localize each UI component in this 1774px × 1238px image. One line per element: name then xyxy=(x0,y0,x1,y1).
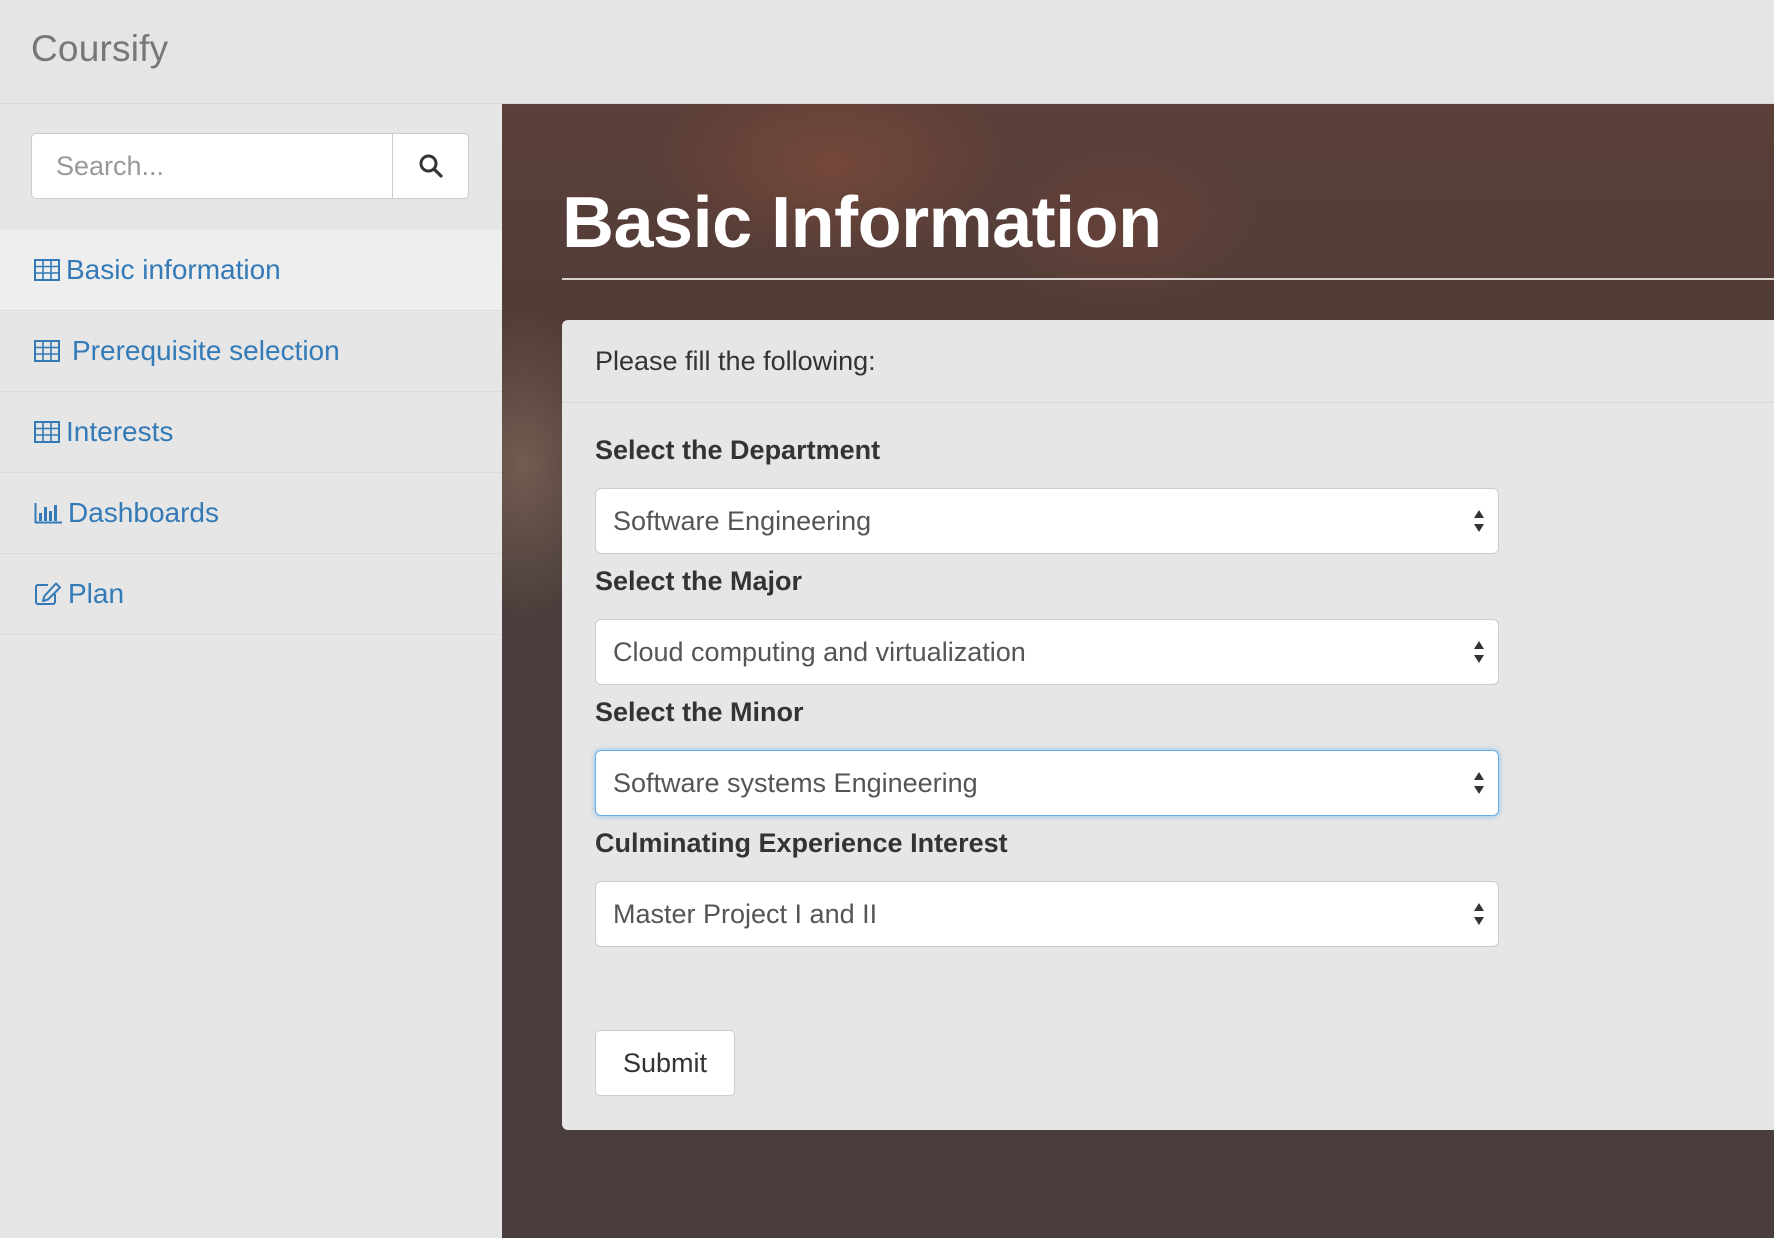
culminating-experience-label: Culminating Experience Interest xyxy=(595,828,1008,858)
culminating-experience-select-value: Master Project I and II xyxy=(613,898,878,929)
sidebar-item-basic-information[interactable]: Basic information xyxy=(0,230,502,311)
search-button[interactable] xyxy=(392,134,468,198)
select-arrows-icon xyxy=(1474,772,1484,794)
title-divider xyxy=(562,278,1774,280)
search-group xyxy=(31,133,469,199)
bar-chart-icon xyxy=(34,502,62,524)
page-title: Basic Information xyxy=(562,183,1162,263)
sidebar-item-label: Plan xyxy=(68,578,125,609)
major-select-value: Cloud computing and virtualization xyxy=(613,636,1026,667)
form-panel: Please fill the following: Select the De… xyxy=(562,320,1774,1130)
table-icon xyxy=(34,340,60,362)
select-arrows-icon xyxy=(1474,903,1484,925)
sidebar-item-prerequisite-selection[interactable]: Prerequisite selection xyxy=(0,311,502,392)
table-icon xyxy=(34,259,60,281)
search-icon xyxy=(419,154,443,178)
department-select[interactable]: Software Engineering xyxy=(595,488,1499,554)
sidebar-item-label: Dashboards xyxy=(68,497,219,528)
sidebar-nav: Basic information Prerequisite selection xyxy=(0,230,502,635)
minor-label: Select the Minor xyxy=(595,697,804,727)
sidebar-item-label: Prerequisite selection xyxy=(72,335,340,366)
search-input[interactable] xyxy=(32,134,394,198)
top-navbar: Coursify xyxy=(0,0,1774,104)
brand-logo[interactable]: Coursify xyxy=(31,28,168,70)
sidebar-item-label: Interests xyxy=(66,416,174,447)
major-select[interactable]: Cloud computing and virtualization xyxy=(595,619,1499,685)
department-label: Select the Department xyxy=(595,435,881,465)
minor-select-value: Software systems Engineering xyxy=(613,767,978,798)
minor-select[interactable]: Software systems Engineering xyxy=(595,750,1499,816)
sidebar-item-interests[interactable]: Interests xyxy=(0,392,502,473)
panel-heading: Please fill the following: xyxy=(562,320,1774,403)
main-content: Basic Information Please fill the follow… xyxy=(502,104,1774,1238)
sidebar-item-label: Basic information xyxy=(66,254,281,285)
department-select-value: Software Engineering xyxy=(613,505,872,536)
sidebar-item-plan[interactable]: Plan xyxy=(0,554,502,635)
sidebar: Basic information Prerequisite selection xyxy=(0,104,502,1238)
select-arrows-icon xyxy=(1474,510,1484,532)
table-icon xyxy=(34,421,60,443)
culminating-experience-select[interactable]: Master Project I and II xyxy=(595,881,1499,947)
sidebar-item-dashboards[interactable]: Dashboards xyxy=(0,473,502,554)
edit-icon xyxy=(34,582,62,606)
submit-button[interactable]: Submit xyxy=(595,1030,735,1096)
major-label: Select the Major xyxy=(595,566,803,596)
select-arrows-icon xyxy=(1474,641,1484,663)
